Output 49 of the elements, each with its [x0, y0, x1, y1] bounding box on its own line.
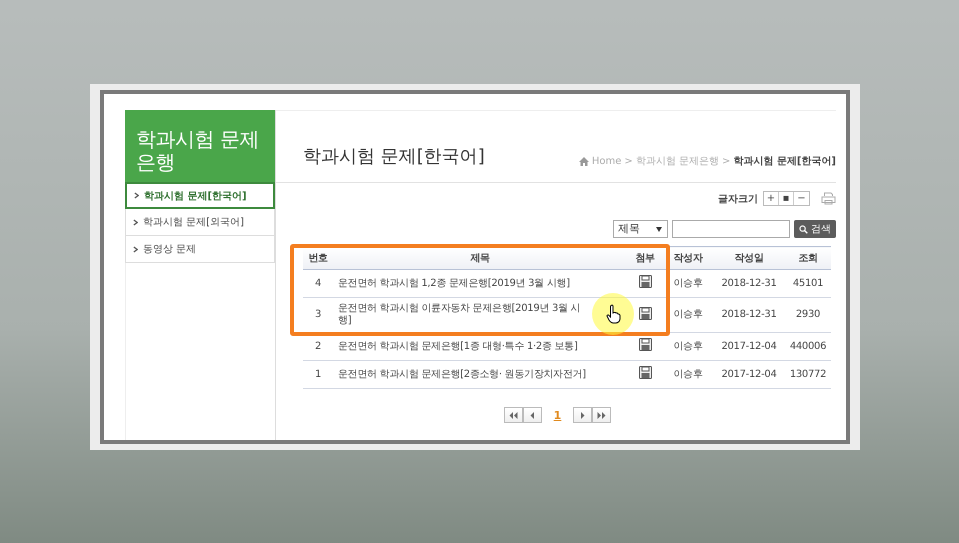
hand-cursor-icon	[606, 304, 622, 324]
last-page-button[interactable]	[592, 407, 612, 423]
first-page-button[interactable]	[504, 407, 523, 423]
table-cell: 이승후	[673, 309, 703, 320]
table-cell: 2018-12-31	[721, 278, 777, 288]
page-title: 학과시험 문제[한국어]	[303, 145, 485, 168]
sidebar-item[interactable]: 동영상 문제	[125, 236, 275, 263]
breadcrumb-link[interactable]: 학과시험 문제[한국어]	[733, 154, 836, 168]
post-title-link[interactable]: 운전면허 학과시험 이륜자동차 문제은행[2019년 3월 시행]	[338, 303, 587, 327]
search-icon	[799, 224, 808, 234]
search-option-select[interactable]: 제목	[613, 220, 668, 238]
table-cell: 2	[314, 340, 322, 352]
font-size-label: 글자크기	[718, 192, 758, 206]
column-header: 작성자	[663, 246, 713, 270]
table-cell: 이승후	[673, 278, 703, 288]
breadcrumb-separator: >	[722, 156, 730, 166]
search-field[interactable]	[672, 220, 790, 238]
previous-page-button[interactable]	[522, 407, 542, 423]
breadcrumb-separator: >	[624, 156, 633, 166]
table-cell: 2018-12-31	[721, 309, 777, 320]
column-header: 조회	[785, 246, 831, 270]
sidebar-title: 학과시험 문제은행	[125, 110, 275, 182]
table-cell: 이승후	[673, 340, 703, 352]
double-left-arrow-icon	[508, 412, 518, 418]
table-cell: 4	[314, 278, 322, 288]
search-button[interactable]: 검색	[794, 220, 836, 238]
chevron-icon	[133, 218, 138, 226]
chevron-icon	[133, 246, 138, 252]
chevron-icon	[134, 192, 139, 199]
table-cell: 130772	[790, 368, 826, 380]
post-title-link[interactable]: 운전면허 학과시험 1,2종 문제은행[2019년 3월 시행]	[338, 278, 587, 290]
table-cell: 1	[314, 368, 322, 380]
table-cell: 2017-12-04	[721, 340, 777, 352]
table-cell: 2017-12-04	[721, 368, 777, 380]
home-icon	[578, 156, 589, 166]
sidebar-item[interactable]: 학과시험 문제[한국어]	[125, 182, 275, 209]
right-arrow-icon	[580, 412, 586, 418]
sidebar-item[interactable]: 학과시험 문제[외국어]	[125, 209, 275, 236]
double-right-arrow-icon	[597, 412, 606, 418]
table-cell: 440006	[790, 340, 826, 352]
left-arrow-icon	[530, 412, 535, 418]
post-title-link[interactable]: 운전면허 학과시험 문제은행[1종 대형·특수 1·2종 보통]	[338, 340, 587, 352]
column-header: 작성일	[713, 246, 785, 270]
table-cell: 45101	[792, 278, 824, 288]
table-cell: 3	[314, 309, 322, 320]
post-title-link[interactable]: 운전면허 학과시험 문제은행[2종소형· 원동기장치자전거]	[338, 368, 587, 380]
table-cell: 2930	[796, 309, 820, 320]
next-page-button[interactable]	[573, 407, 592, 423]
table-cell: 이승후	[673, 368, 703, 380]
